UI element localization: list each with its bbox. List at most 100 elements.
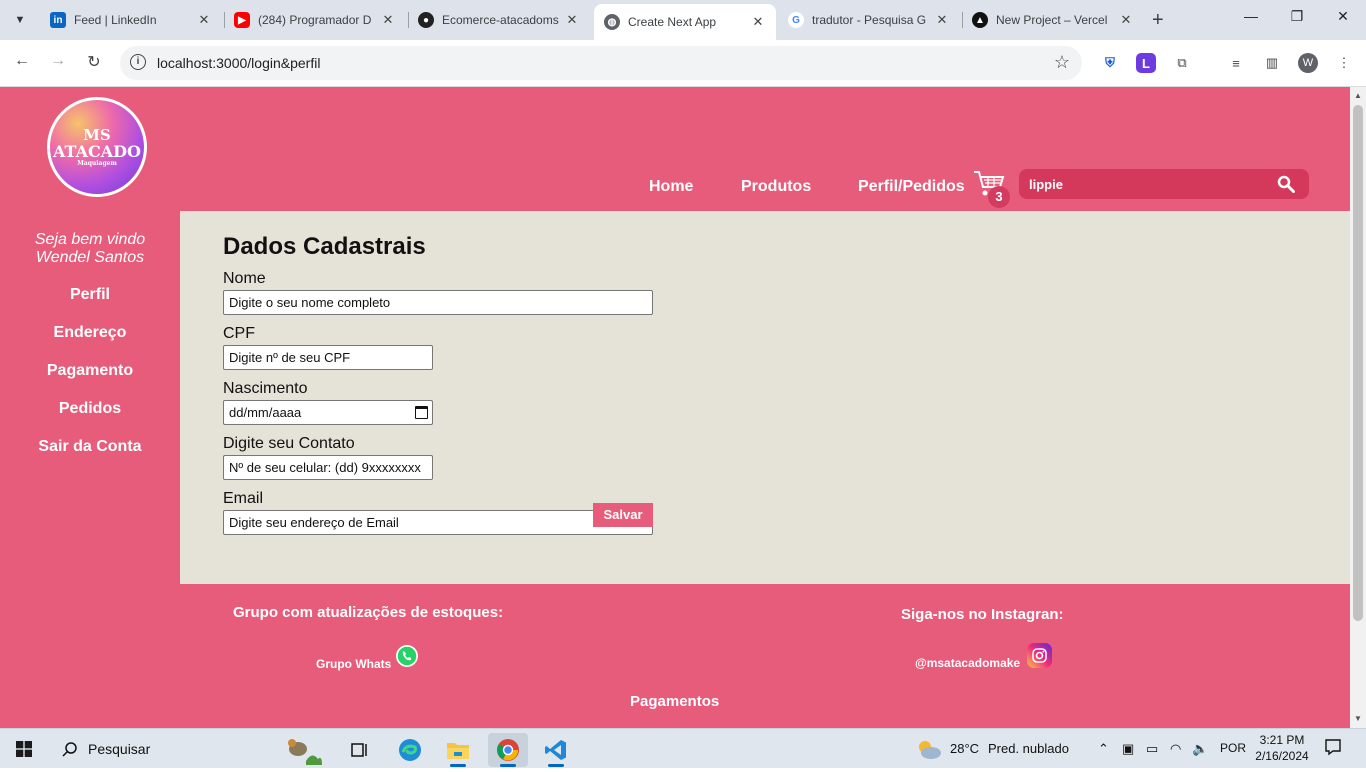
- tab-github[interactable]: ● Ecomerce-atacadoms ✕: [408, 6, 590, 34]
- weather-cloud-icon[interactable]: [916, 738, 942, 760]
- save-button[interactable]: Salvar: [593, 503, 653, 527]
- search-icon[interactable]: [1277, 175, 1295, 193]
- side-panel-icon[interactable]: ▥: [1262, 53, 1282, 73]
- tab-title: (284) Programador D: [258, 13, 372, 27]
- instagram-heading: Siga-nos no Instagran:: [901, 606, 1064, 623]
- scroll-down-icon[interactable]: ▼: [1354, 714, 1362, 723]
- sidebar-item-pedidos[interactable]: Pedidos: [0, 400, 180, 418]
- google-icon: G: [788, 12, 804, 28]
- edge-icon[interactable]: [390, 733, 430, 767]
- contato-input[interactable]: Nº de seu celular: (dd) 9xxxxxxxx: [223, 455, 433, 480]
- profile-avatar[interactable]: W: [1298, 53, 1318, 73]
- welcome-user-name: Wendel Santos: [35, 249, 145, 266]
- file-explorer-icon[interactable]: [438, 733, 478, 767]
- tab-title: New Project – Vercel: [996, 13, 1108, 27]
- sidebar-item-endereco[interactable]: Endereço: [0, 324, 180, 342]
- battery-icon[interactable]: ▭: [1146, 741, 1158, 757]
- extension-purple-icon[interactable]: L: [1136, 53, 1156, 73]
- nav-produtos[interactable]: Produtos: [741, 178, 811, 196]
- new-tab-button[interactable]: +: [1152, 9, 1164, 32]
- scroll-up-icon[interactable]: ▲: [1354, 91, 1362, 100]
- whats-group-link[interactable]: Grupo Whats: [316, 657, 391, 671]
- chevron-down-icon: ▼: [14, 14, 26, 26]
- whats-group-heading: Grupo com atualizações de estoques:: [233, 604, 504, 621]
- logo-line1: MS: [83, 126, 111, 144]
- site-info-icon[interactable]: i: [130, 54, 146, 70]
- ms-atacado-logo[interactable]: MS ATACADO Maquiagem: [47, 97, 147, 197]
- nav-perfil-pedidos[interactable]: Perfil/Pedidos: [858, 178, 965, 196]
- email-input[interactable]: Digite seu endereço de Email: [223, 510, 653, 535]
- close-icon[interactable]: ✕: [750, 14, 766, 30]
- weather-desc[interactable]: Pred. nublado: [988, 741, 1069, 756]
- close-icon[interactable]: ✕: [564, 12, 580, 28]
- product-search-field[interactable]: lippie: [1019, 169, 1309, 199]
- logo-line3: Maquiagem: [77, 160, 117, 167]
- nascimento-date-input[interactable]: dd/mm/aaaa: [223, 400, 433, 425]
- language-indicator[interactable]: POR: [1220, 741, 1246, 755]
- taskbar-search[interactable]: Pesquisar: [62, 737, 150, 761]
- task-view-icon[interactable]: [340, 733, 380, 767]
- restore-button[interactable]: ❐: [1274, 8, 1320, 25]
- sidebar-item-pagamento[interactable]: Pagamento: [0, 362, 180, 380]
- clock-date: 2/16/2024: [1255, 749, 1309, 763]
- tray-chevron-up-icon[interactable]: ⌃: [1098, 741, 1109, 757]
- date-placeholder: dd/mm/aaaa: [229, 405, 302, 420]
- sidebar-item-sair[interactable]: Sair da Conta: [0, 438, 180, 456]
- close-window-button[interactable]: ✕: [1320, 8, 1366, 25]
- extensions-puzzle-icon[interactable]: ⧉: [1172, 53, 1192, 73]
- cpf-input[interactable]: Digite nº de seu CPF: [223, 345, 433, 370]
- bitwarden-extension-icon[interactable]: ⛨: [1100, 53, 1120, 73]
- close-icon[interactable]: ✕: [934, 12, 950, 28]
- scroll-thumb[interactable]: [1353, 105, 1363, 621]
- tab-youtube[interactable]: ▶ (284) Programador D ✕: [224, 6, 406, 34]
- calendar-icon[interactable]: [415, 406, 428, 419]
- page-scrollbar[interactable]: ▲ ▼: [1350, 87, 1366, 728]
- close-icon[interactable]: ✕: [1118, 12, 1134, 28]
- reload-icon[interactable]: ↻: [82, 52, 106, 72]
- vscode-icon[interactable]: [536, 733, 576, 767]
- instagram-icon[interactable]: [1027, 643, 1052, 668]
- close-icon[interactable]: ✕: [196, 12, 212, 28]
- notifications-icon[interactable]: [1324, 738, 1342, 759]
- nome-input[interactable]: Digite o seu nome completo: [223, 290, 653, 315]
- tab-create-next-app[interactable]: ◍ Create Next App ✕: [594, 4, 776, 40]
- taskbar-search-label: Pesquisar: [88, 741, 151, 757]
- bookmark-star-icon[interactable]: ☆: [1054, 52, 1070, 73]
- cart-count-badge: 3: [988, 186, 1010, 208]
- tab-vercel[interactable]: ▲ New Project – Vercel ✕: [962, 6, 1144, 34]
- url-text[interactable]: localhost:3000/login&perfil: [157, 55, 320, 71]
- browser-toolbar: ← → ↻ i localhost:3000/login&perfil ☆ ⛨ …: [0, 40, 1366, 87]
- wifi-icon[interactable]: ◠: [1170, 741, 1181, 757]
- tab-google-search[interactable]: G tradutor - Pesquisa G ✕: [778, 6, 960, 34]
- instagram-link[interactable]: @msatacadomake: [915, 656, 1020, 670]
- close-icon[interactable]: ✕: [380, 12, 396, 28]
- nome-label: Nome: [223, 270, 266, 287]
- whatsapp-icon[interactable]: [396, 645, 418, 667]
- profile-form-panel: Dados Cadastrais Nome Digite o seu nome …: [180, 211, 1350, 584]
- sidebar-item-perfil[interactable]: Perfil: [0, 286, 180, 304]
- search-icon: [62, 742, 77, 757]
- tray-device-icon[interactable]: ▣: [1122, 741, 1134, 757]
- volume-icon[interactable]: 🔈: [1192, 741, 1208, 757]
- tab-title: tradutor - Pesquisa G: [812, 13, 927, 27]
- minimize-button[interactable]: —: [1228, 8, 1274, 24]
- clock[interactable]: 3:21 PM 2/16/2024: [1255, 732, 1309, 764]
- payments-heading: Pagamentos: [630, 693, 720, 710]
- address-bar[interactable]: i localhost:3000/login&perfil ☆: [120, 46, 1082, 80]
- nascimento-label: Nascimento: [223, 380, 308, 397]
- email-label: Email: [223, 490, 264, 507]
- tab-linkedin[interactable]: in Feed | LinkedIn ✕: [40, 6, 222, 34]
- weather-temp[interactable]: 28°C: [950, 741, 979, 756]
- tab-search-button[interactable]: ▼: [8, 8, 32, 32]
- search-input[interactable]: lippie: [1029, 177, 1063, 192]
- media-controls-icon[interactable]: ≡: [1226, 53, 1246, 73]
- vercel-icon: ▲: [972, 12, 988, 28]
- nav-home[interactable]: Home: [649, 178, 693, 196]
- page-viewport: MS ATACADO Maquiagem Home Produtos Perfi…: [0, 87, 1350, 728]
- welcome-message: Seja bem vindo Wendel Santos: [0, 231, 180, 267]
- chrome-taskbar-icon[interactable]: [488, 733, 528, 767]
- forward-arrow-icon[interactable]: →: [46, 52, 70, 70]
- back-arrow-icon[interactable]: ←: [10, 52, 34, 70]
- menu-kebab-icon[interactable]: ⋮: [1334, 53, 1354, 73]
- windows-start-icon[interactable]: [16, 741, 32, 757]
